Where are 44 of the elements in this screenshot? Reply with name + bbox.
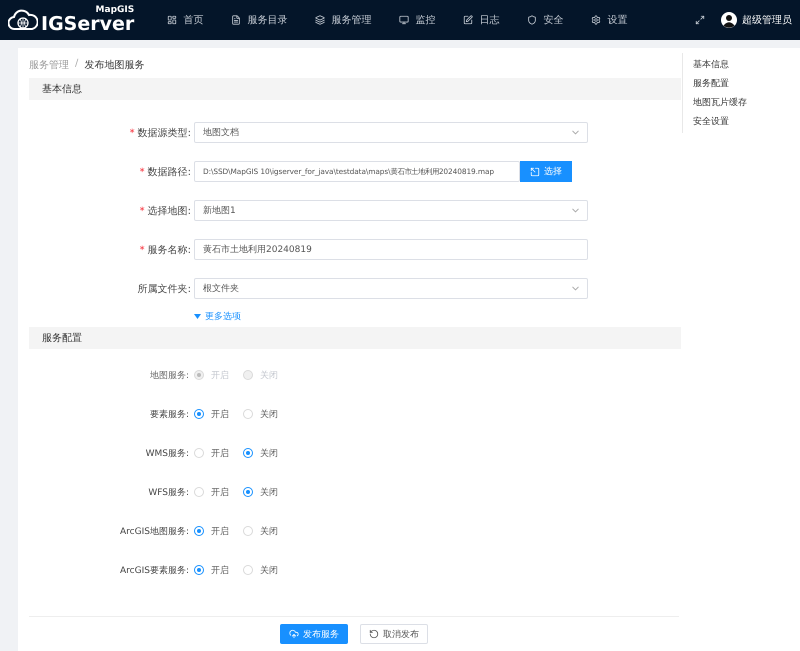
radio-option[interactable]: 关闭 (243, 408, 278, 420)
field-label: ArcGIS地图服务: (119, 526, 190, 538)
anchor-link[interactable]: 安全设置 (693, 115, 800, 128)
field-label: WFS服务: (147, 486, 190, 498)
radio-option[interactable]: 关闭 (243, 446, 278, 460)
user-name[interactable]: 超级管理员 (742, 13, 792, 27)
select-field[interactable]: 根文件夹 (194, 278, 588, 299)
nav-item[interactable]: 服务目录 (218, 0, 300, 40)
breadcrumb-separator: / (75, 58, 78, 71)
logo-subtitle: MapGIS (96, 6, 134, 15)
nav-item[interactable]: 首页 (154, 0, 216, 40)
anchor-link[interactable]: 服务配置 (693, 77, 800, 90)
cancel-button[interactable]: 取消发布 (360, 624, 428, 644)
nav-item[interactable]: 监控 (386, 0, 448, 40)
breadcrumb-item: 发布地图服务 (84, 58, 144, 72)
input-field[interactable]: 黄石市土地利用20240819 (194, 239, 588, 260)
radio-option[interactable]: 开启 (194, 524, 229, 538)
radio-option[interactable]: 开启 (194, 446, 229, 460)
select-field[interactable]: 地图文档 (194, 122, 588, 143)
field-label: 地图服务: (148, 370, 190, 382)
radio-option[interactable]: 开启 (194, 408, 229, 420)
field-label: * 选择地图: (138, 204, 192, 218)
nav-item[interactable]: 日志 (450, 0, 512, 40)
select-field[interactable]: 新地图1 (194, 200, 588, 221)
anchor-link[interactable]: 基本信息 (693, 58, 800, 71)
radio-option[interactable]: 开启 (194, 564, 229, 576)
nav-item[interactable]: 设置 (578, 0, 640, 40)
field-label: * 数据源类型: (128, 126, 192, 140)
section-header: 基本信息 (29, 78, 681, 100)
anchor-link[interactable]: 地图瓦片缓存 (693, 96, 800, 109)
nav-item[interactable]: 安全 (514, 0, 576, 40)
field-label: 所属文件夹: (136, 282, 192, 296)
field-label: 要素服务: (148, 408, 190, 420)
field-label: ArcGIS要素服务: (119, 564, 190, 576)
section-header: 服务配置 (29, 327, 681, 349)
radio-option[interactable]: 关闭 (243, 564, 278, 576)
field-label: WMS服务: (144, 448, 190, 460)
radio-option[interactable]: 开启 (194, 486, 229, 498)
radio-option[interactable]: 关闭 (243, 486, 278, 498)
field-label: * 服务名称: (138, 244, 192, 256)
field-label: * 数据路径: (138, 166, 192, 178)
logo-title: IGServer (41, 15, 134, 34)
radio-option[interactable]: 关闭 (243, 524, 278, 538)
nav-item[interactable]: 服务管理 (302, 0, 384, 40)
